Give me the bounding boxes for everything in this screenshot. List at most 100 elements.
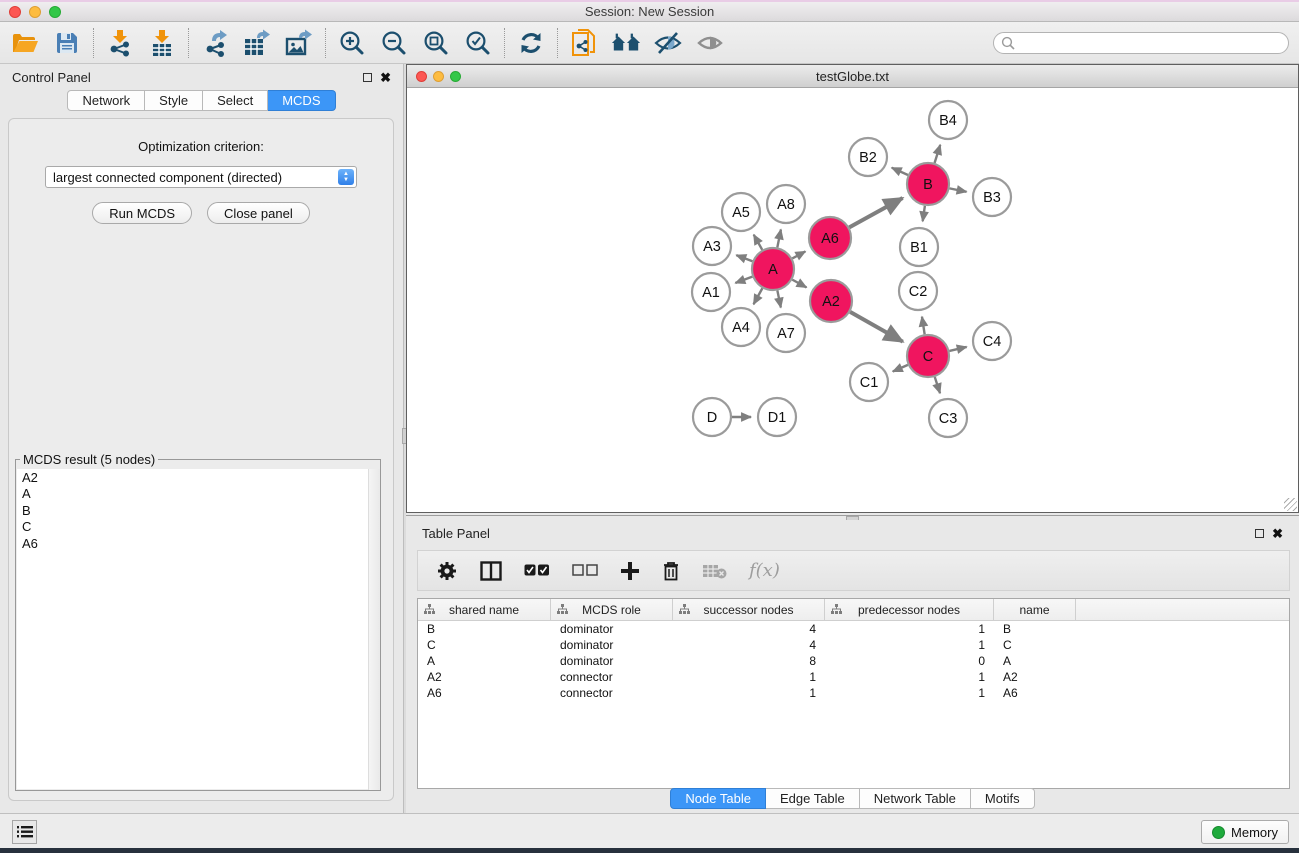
refresh-button[interactable]	[516, 28, 546, 58]
table-cell[interactable]: connector	[551, 685, 673, 701]
table-cell[interactable]: 1	[825, 669, 994, 685]
tab-mcds[interactable]: MCDS	[268, 90, 335, 111]
run-mcds-button[interactable]: Run MCDS	[92, 202, 192, 224]
graph-edge-C-C3[interactable]	[935, 377, 940, 393]
graph-edge-A-A8[interactable]	[777, 229, 781, 247]
graph-node-B[interactable]: B	[907, 163, 949, 205]
table-cell[interactable]: 1	[825, 685, 994, 701]
column-header-shared-name[interactable]: shared name	[418, 599, 551, 620]
tab-select[interactable]: Select	[203, 90, 268, 111]
float-panel-icon[interactable]	[1255, 529, 1264, 538]
column-view-button[interactable]	[480, 561, 502, 581]
graph-edge-A2-C[interactable]	[850, 312, 903, 342]
table-cell[interactable]: dominator	[551, 637, 673, 653]
graph-node-A8[interactable]: A8	[767, 185, 805, 223]
graph-edge-C-C2[interactable]	[922, 317, 925, 335]
zoom-in-button[interactable]	[337, 28, 367, 58]
graph-node-B1[interactable]: B1	[900, 228, 938, 266]
table-cell[interactable]: A6	[994, 685, 1076, 701]
table-cell[interactable]: connector	[551, 669, 673, 685]
tab-network[interactable]: Network	[67, 90, 145, 111]
network-canvas[interactable]: B4B2BB3A8A5A6A3B1AC2A1A2A4A7C4CC1C3DD1	[407, 88, 1298, 512]
table-cell[interactable]: B	[418, 621, 551, 637]
graph-edge-A-A1[interactable]	[735, 277, 752, 283]
graph-node-A1[interactable]: A1	[692, 273, 730, 311]
save-session-button[interactable]	[52, 28, 82, 58]
table-tab-network-table[interactable]: Network Table	[860, 788, 971, 809]
new-network-from-file-button[interactable]	[569, 28, 599, 58]
graph-edge-C-C4[interactable]	[949, 347, 966, 351]
graph-edge-A-A3[interactable]	[736, 255, 752, 261]
column-header-name[interactable]: name	[994, 599, 1076, 620]
export-image-button[interactable]	[284, 28, 314, 58]
graph-edge-A-A5[interactable]	[754, 235, 763, 250]
graph-edge-A-A2[interactable]	[792, 280, 806, 288]
mcds-result-list[interactable]: A2ABCA6	[17, 469, 379, 789]
mcds-result-item[interactable]: A2	[17, 469, 379, 485]
hide-graphics-details-button[interactable]	[653, 28, 683, 58]
table-cell[interactable]: A2	[418, 669, 551, 685]
graph-node-A[interactable]: A	[752, 248, 794, 290]
table-cell[interactable]: 4	[673, 621, 825, 637]
graph-node-B3[interactable]: B3	[973, 178, 1011, 216]
graph-node-C1[interactable]: C1	[850, 363, 888, 401]
graph-edge-B-B1[interactable]	[923, 206, 925, 221]
table-cell[interactable]: B	[994, 621, 1076, 637]
import-table-button[interactable]	[147, 28, 177, 58]
table-settings-button[interactable]	[436, 560, 458, 582]
close-panel-button[interactable]: Close panel	[207, 202, 310, 224]
delete-table-button-disabled[interactable]	[702, 563, 727, 579]
select-all-columns-button[interactable]	[524, 564, 550, 577]
table-tab-motifs[interactable]: Motifs	[971, 788, 1035, 809]
table-cell[interactable]: 1	[673, 669, 825, 685]
memory-button[interactable]: Memory	[1201, 820, 1289, 844]
graph-node-D[interactable]: D	[693, 398, 731, 436]
table-tab-edge-table[interactable]: Edge Table	[766, 788, 860, 809]
table-cell[interactable]: C	[994, 637, 1076, 653]
import-network-button[interactable]	[105, 28, 135, 58]
show-eye-button[interactable]	[695, 28, 725, 58]
table-cell[interactable]: 4	[673, 637, 825, 653]
graph-edge-B-B2[interactable]	[892, 168, 908, 175]
graph-node-C3[interactable]: C3	[929, 399, 967, 437]
export-table-button[interactable]	[242, 28, 272, 58]
graph-node-C4[interactable]: C4	[973, 322, 1011, 360]
table-row[interactable]: Bdominator41B	[418, 621, 1289, 637]
delete-column-button[interactable]	[662, 560, 680, 581]
table-cell[interactable]: A2	[994, 669, 1076, 685]
graph-node-A4[interactable]: A4	[722, 308, 760, 346]
column-header-successor-nodes[interactable]: successor nodes	[673, 599, 825, 620]
graph-edge-A6-B[interactable]	[849, 198, 902, 227]
task-history-button[interactable]	[12, 820, 37, 844]
graph-node-B2[interactable]: B2	[849, 138, 887, 176]
graph-edge-A-A7[interactable]	[777, 291, 780, 308]
graph-node-A5[interactable]: A5	[722, 193, 760, 231]
graph-edge-A-A6[interactable]	[792, 251, 805, 258]
column-header-predecessor-nodes[interactable]: predecessor nodes	[825, 599, 994, 620]
close-panel-icon[interactable]: ✖	[380, 73, 391, 82]
graph-node-A6[interactable]: A6	[809, 217, 851, 259]
table-row[interactable]: Cdominator41C	[418, 637, 1289, 653]
home-button[interactable]	[611, 28, 641, 58]
table-cell[interactable]: 0	[825, 653, 994, 669]
table-cell[interactable]: 8	[673, 653, 825, 669]
table-cell[interactable]: A6	[418, 685, 551, 701]
mcds-result-item[interactable]: B	[17, 502, 379, 518]
table-cell[interactable]: dominator	[551, 653, 673, 669]
table-cell[interactable]: A	[418, 653, 551, 669]
table-cell[interactable]: 1	[673, 685, 825, 701]
function-builder-button-disabled[interactable]: f(x)	[749, 560, 780, 581]
table-cell[interactable]: dominator	[551, 621, 673, 637]
graph-node-A7[interactable]: A7	[767, 314, 805, 352]
mcds-list-scrollbar[interactable]	[368, 469, 380, 790]
tab-style[interactable]: Style	[145, 90, 203, 111]
table-cell[interactable]: A	[994, 653, 1076, 669]
criterion-select[interactable]: largest connected component (directed) ▲…	[45, 166, 357, 188]
graph-node-A3[interactable]: A3	[693, 227, 731, 265]
close-panel-icon[interactable]: ✖	[1272, 529, 1283, 538]
mcds-result-item[interactable]: C	[17, 518, 379, 534]
deselect-all-columns-button[interactable]	[572, 564, 598, 577]
float-panel-icon[interactable]	[363, 73, 372, 82]
graph-node-A2[interactable]: A2	[810, 280, 852, 322]
create-column-button[interactable]	[620, 561, 640, 581]
